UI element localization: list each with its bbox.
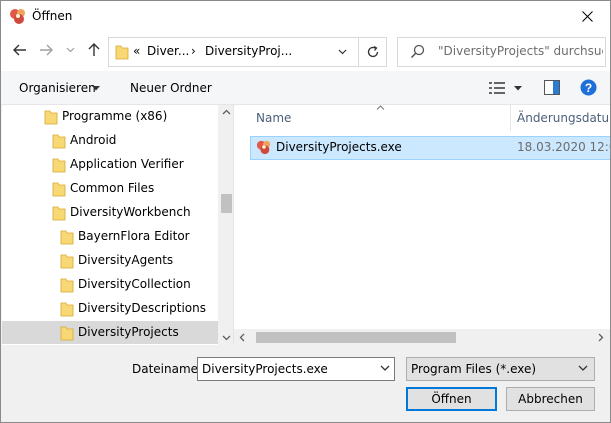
tree-item-common-files[interactable]: Common Files xyxy=(2,177,218,200)
search-box[interactable]: "DiversityProjects" durchsuc... xyxy=(397,37,606,67)
file-row[interactable]: DiversityProjects.exe 18.03.2020 12:03 xyxy=(250,136,610,160)
forward-button[interactable] xyxy=(37,41,55,59)
back-button[interactable] xyxy=(11,41,29,59)
folder-icon xyxy=(52,158,66,173)
tree-item-label: BayernFlora Editor xyxy=(78,229,190,243)
tree-item-label: Programme (x86) xyxy=(62,109,168,123)
close-button[interactable] xyxy=(564,1,610,31)
folder-icon xyxy=(52,134,66,149)
view-options-icon[interactable] xyxy=(489,82,505,94)
tree-item-diversityprojects[interactable]: DiversityProjects xyxy=(2,321,218,344)
scroll-down-icon[interactable] xyxy=(222,335,231,341)
tree-item-application-verifier[interactable]: Application Verifier xyxy=(2,153,218,176)
breadcrumb-overflow[interactable]: « xyxy=(133,44,140,58)
file-type-value: Program Files (*.exe) xyxy=(411,362,537,376)
help-icon[interactable]: ? xyxy=(580,79,597,96)
breadcrumb-diversityprojects[interactable]: DiversityProj... xyxy=(205,44,292,58)
sort-ascending-icon xyxy=(376,105,385,110)
navigation-scrollbar[interactable] xyxy=(218,105,233,345)
tree-item-label: Common Files xyxy=(70,181,155,195)
close-icon xyxy=(581,10,593,22)
tree-item-label: DiversityCollection xyxy=(78,277,191,291)
tree-item-diversitydescriptions[interactable]: DiversityDescriptions xyxy=(2,297,218,320)
tree-item-programme-x86[interactable]: Programme (x86) xyxy=(2,105,218,128)
column-divider[interactable] xyxy=(510,105,511,131)
app-icon xyxy=(10,9,25,24)
folder-icon xyxy=(60,254,74,269)
search-input[interactable]: "DiversityProjects" durchsuc... xyxy=(438,44,603,58)
svg-text:?: ? xyxy=(585,81,592,95)
refresh-icon xyxy=(367,45,379,58)
tree-item-label: DiversityProjects xyxy=(78,325,179,339)
arrow-right-icon xyxy=(40,44,53,56)
tree-item-label: DiversityWorkbench xyxy=(70,205,191,219)
tree-item-bayernflora-editor[interactable]: BayernFlora Editor xyxy=(2,225,218,248)
refresh-button[interactable] xyxy=(358,38,387,66)
title-bar: Öffnen xyxy=(1,1,610,31)
tree-item-android[interactable]: Android xyxy=(2,129,218,152)
arrow-up-icon xyxy=(88,43,100,56)
filename-input[interactable]: DiversityProjects.exe xyxy=(197,357,395,381)
organize-menu[interactable]: Organisieren xyxy=(19,81,96,95)
folder-icon xyxy=(60,326,74,341)
address-bar[interactable]: « Diver... › DiversityProj... xyxy=(108,37,387,67)
tree-item-label: Application Verifier xyxy=(70,157,184,171)
open-button[interactable]: Öffnen xyxy=(406,387,497,411)
caret-down-icon[interactable] xyxy=(92,86,100,91)
chevron-down-icon[interactable] xyxy=(378,361,392,375)
up-button[interactable] xyxy=(85,41,103,59)
open-file-dialog: Öffnen « Diver... › DiversityProj... "Di… xyxy=(0,0,611,423)
scrollbar-thumb[interactable] xyxy=(221,194,232,213)
file-name: DiversityProjects.exe xyxy=(276,140,402,154)
folder-icon xyxy=(60,230,74,245)
new-folder-button[interactable]: Neuer Ordner xyxy=(130,81,212,95)
column-header-date[interactable]: Änderungsdatum xyxy=(517,111,610,137)
filename-value[interactable]: DiversityProjects.exe xyxy=(202,362,328,376)
folder-icon xyxy=(52,206,66,221)
navigation-bar: « Diver... › DiversityProj... "Diversity… xyxy=(1,31,610,71)
tree-item-label: DiversityAgents xyxy=(78,253,174,267)
folder-icon xyxy=(44,110,58,125)
scroll-left-icon[interactable] xyxy=(239,333,245,342)
scrollbar-thumb[interactable] xyxy=(256,332,456,343)
tree-item-diversitycollection[interactable]: DiversityCollection xyxy=(2,273,218,296)
filename-label: Dateiname: xyxy=(132,362,203,376)
breadcrumb-separator[interactable]: › xyxy=(191,44,196,58)
file-type-select[interactable]: Program Files (*.exe) xyxy=(406,357,595,381)
tree-item-diversityagents[interactable]: DiversityAgents xyxy=(2,249,218,272)
tree-item-diversityworkbench[interactable]: DiversityWorkbench xyxy=(2,201,218,224)
command-bar: Organisieren Neuer Ordner ? xyxy=(1,71,610,105)
exe-file-icon xyxy=(256,140,271,155)
preview-pane-icon[interactable] xyxy=(544,80,560,95)
file-date: 18.03.2020 12:03 xyxy=(517,140,610,154)
cancel-button-label: Abbrechen xyxy=(518,392,583,406)
chevron-down-icon[interactable] xyxy=(338,49,347,55)
window-title: Öffnen xyxy=(32,9,73,23)
folder-icon xyxy=(115,45,129,60)
file-list-pane: Name Änderungsdatum DiversityProjects.ex… xyxy=(234,105,610,345)
chevron-down-icon xyxy=(66,47,74,53)
folder-icon xyxy=(60,278,74,293)
scroll-right-icon[interactable] xyxy=(598,333,604,342)
tree-item-label: Android xyxy=(70,133,117,147)
chevron-down-icon[interactable] xyxy=(576,361,590,375)
cancel-button[interactable]: Abbrechen xyxy=(506,387,595,411)
caret-down-icon[interactable] xyxy=(514,86,522,91)
arrow-left-icon xyxy=(13,44,26,56)
recent-locations-button[interactable] xyxy=(61,41,79,59)
folder-icon xyxy=(52,182,66,197)
folder-icon xyxy=(60,302,74,317)
open-button-label: Öffnen xyxy=(431,392,472,406)
navigation-pane: Programme (x86) Android Application Veri… xyxy=(2,105,234,345)
tree-item-label: DiversityDescriptions xyxy=(78,301,206,315)
search-icon xyxy=(410,44,425,59)
column-header-name[interactable]: Name xyxy=(256,111,291,137)
breadcrumb-diver[interactable]: Diver... xyxy=(147,44,189,58)
scroll-up-icon[interactable] xyxy=(222,109,231,115)
dialog-footer: Dateiname: DiversityProjects.exe Program… xyxy=(1,346,610,422)
horizontal-scrollbar[interactable] xyxy=(234,329,610,346)
